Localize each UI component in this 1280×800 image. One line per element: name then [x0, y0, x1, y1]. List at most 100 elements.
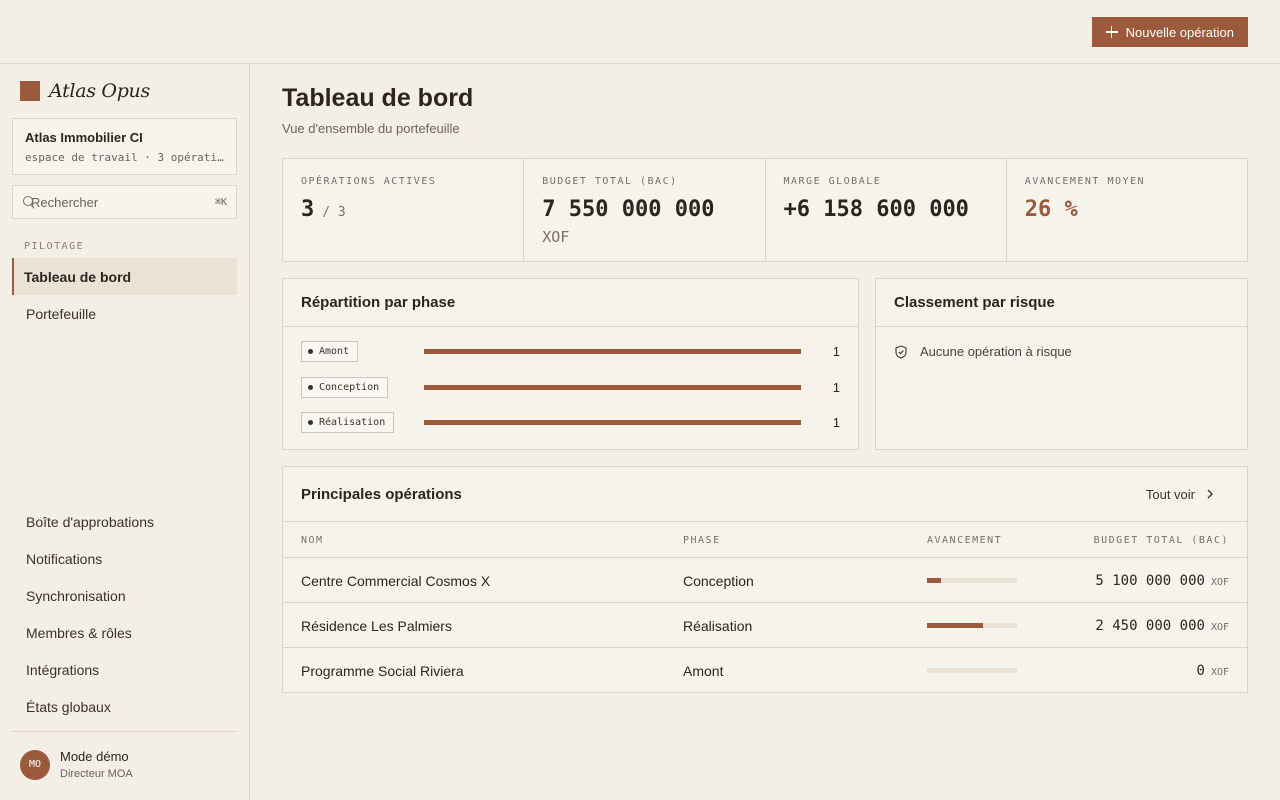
- sidebar-item-sync[interactable]: Synchronisation: [12, 577, 237, 614]
- sidebar-item-approvals[interactable]: Boîte d'approbations: [12, 503, 237, 540]
- stats-panel: OPÉRATIONS ACTIVES 3 / 3 BUDGET TOTAL (BA…: [282, 158, 1248, 262]
- sidebar-item-label: Notifications: [26, 550, 103, 567]
- phase-badge: Réalisation: [301, 412, 395, 434]
- sidebar-item-dashboard[interactable]: Tableau de bord: [12, 258, 237, 295]
- card-title: Principales opérations: [301, 485, 462, 503]
- search-shortcut: ⌘K: [215, 196, 228, 208]
- budget-currency: XOF: [1210, 622, 1229, 633]
- table-row[interactable]: Résidence Les Palmiers Réalisation 2 450…: [283, 603, 1247, 648]
- column-header-name[interactable]: NOM: [301, 535, 324, 546]
- operation-phase: Conception: [683, 573, 754, 589]
- phase-badge: Amont: [301, 341, 359, 363]
- operation-phase: Réalisation: [683, 618, 753, 634]
- operation-phase: Amont: [683, 663, 724, 679]
- chevron-right-icon: [1207, 489, 1213, 499]
- progress-bar: [927, 578, 1017, 583]
- phase-count: 1: [832, 415, 840, 431]
- brand-logo-icon: [20, 81, 40, 101]
- new-operation-button[interactable]: Nouvelle opération: [1091, 17, 1248, 47]
- see-all-label: Tout voir: [1145, 486, 1195, 502]
- table-row[interactable]: Centre Commercial Cosmos X Conception 5 …: [283, 558, 1247, 603]
- phase-count: 1: [832, 379, 840, 395]
- budget-value: 2 450 000 000: [1095, 618, 1205, 634]
- phase-badge: Conception: [301, 376, 389, 398]
- top-bar: Nouvelle opération: [0, 0, 1280, 64]
- stat-total-budget: BUDGET TOTAL (BAC) 7 550 000 000 XOF: [524, 159, 766, 261]
- operations-header: Principales opérations Tout voir: [283, 467, 1247, 522]
- operation-budget: 0 XOF: [1197, 663, 1230, 679]
- phase-row: Conception 1: [283, 370, 858, 406]
- phase-label: Réalisation: [319, 417, 386, 429]
- page-title: Tableau de bord: [282, 84, 474, 112]
- column-header-budget[interactable]: BUDGET TOTAL (BAC): [1094, 535, 1229, 546]
- stat-label: OPÉRATIONS ACTIVES: [301, 176, 437, 187]
- stat-average-progress: AVANCEMENT MOYEN 26 %: [1007, 159, 1247, 261]
- user-role: Directeur MOA: [60, 768, 133, 780]
- see-all-link[interactable]: Tout voir: [1146, 487, 1229, 502]
- brand[interactable]: Atlas Opus: [20, 80, 150, 102]
- new-operation-label: Nouvelle opération: [1125, 24, 1234, 40]
- sidebar-item-global-states[interactable]: États globaux: [12, 688, 237, 725]
- page-subtitle: Vue d'ensemble du portefeuille: [282, 121, 460, 136]
- risk-ranking-card: Classement par risque Aucune opération à…: [875, 278, 1248, 450]
- sidebar-item-portfolio[interactable]: Portefeuille: [12, 295, 237, 332]
- progress-fill: [927, 578, 941, 583]
- card-title: Classement par risque: [876, 279, 1247, 327]
- sidebar-item-label: Portefeuille: [26, 305, 97, 322]
- sidebar: Atlas Opus Atlas Immobilier CI espace de…: [0, 64, 250, 800]
- operation-budget: 2 450 000 000 XOF: [1095, 618, 1229, 634]
- active-ops-count: 3: [301, 197, 315, 222]
- stat-label: AVANCEMENT MOYEN: [1024, 176, 1146, 187]
- search-input[interactable]: [31, 194, 207, 210]
- sidebar-item-integrations[interactable]: Intégrations: [12, 651, 237, 688]
- progress-bar: [927, 668, 1017, 673]
- column-header-progress[interactable]: AVANCEMENT: [927, 535, 1002, 546]
- dot-icon: [308, 384, 313, 390]
- sidebar-item-label: Synchronisation: [26, 587, 126, 604]
- card-title: Répartition par phase: [283, 279, 858, 327]
- user-profile[interactable]: MO Mode démo Directeur MOA: [20, 749, 133, 780]
- sidebar-item-notifications[interactable]: Notifications: [12, 540, 237, 577]
- sidebar-item-members[interactable]: Membres & rôles: [12, 614, 237, 651]
- stat-value: 7 550 000 000: [542, 197, 715, 222]
- phase-row: Amont 1: [283, 334, 858, 370]
- progress-fill: [927, 623, 983, 628]
- budget-currency: XOF: [1210, 577, 1229, 588]
- phase-bar: [424, 349, 801, 355]
- budget-value: 0: [1196, 663, 1205, 679]
- main-operations-card: Principales opérations Tout voir NOM PHA…: [282, 466, 1248, 693]
- dot-icon: [308, 420, 313, 426]
- workspace-switcher[interactable]: Atlas Immobilier CI espace de travail · …: [12, 118, 237, 175]
- search-box[interactable]: ⌘K: [12, 185, 237, 219]
- progress-bar: [927, 623, 1017, 628]
- stat-global-margin: MARGE GLOBALE +6 158 600 000: [766, 159, 1007, 261]
- table-row[interactable]: Programme Social Riviera Amont 0 XOF: [283, 648, 1247, 693]
- sidebar-item-label: Boîte d'approbations: [26, 513, 154, 530]
- sidebar-item-label: États globaux: [26, 698, 111, 715]
- table-header: NOM PHASE AVANCEMENT BUDGET TOTAL (BAC): [283, 522, 1247, 558]
- workspace-name: Atlas Immobilier CI: [25, 130, 143, 145]
- phase-label: Conception: [319, 381, 380, 393]
- sidebar-divider: [12, 731, 237, 732]
- stat-active-operations: OPÉRATIONS ACTIVES 3 / 3: [283, 159, 525, 261]
- operation-budget: 5 100 000 000 XOF: [1095, 573, 1229, 589]
- section-label-pilotage: PILOTAGE: [24, 241, 85, 252]
- column-header-phase[interactable]: PHASE: [683, 535, 721, 546]
- phase-count: 1: [832, 344, 840, 360]
- operation-name: Résidence Les Palmiers: [301, 618, 452, 634]
- plus-icon: [1105, 26, 1118, 38]
- stat-value: 3 / 3: [301, 197, 505, 222]
- phase-bar: [424, 420, 801, 426]
- workspace-subtitle: espace de travail · 3 opérations: [25, 151, 224, 164]
- budget-value: 5 100 000 000: [1095, 573, 1205, 589]
- operation-name: Programme Social Riviera: [301, 663, 464, 679]
- stat-unit: XOF: [542, 228, 570, 246]
- sidebar-item-label: Membres & rôles: [26, 624, 132, 641]
- active-ops-total: / 3: [322, 205, 346, 220]
- phase-breakdown-card: Répartition par phase Amont 1 Conception…: [282, 278, 859, 450]
- user-name: Mode démo: [60, 749, 129, 764]
- phase-bar: [424, 384, 801, 390]
- dot-icon: [308, 349, 313, 355]
- stat-label: MARGE GLOBALE: [783, 176, 882, 187]
- shield-check-icon: [895, 344, 907, 359]
